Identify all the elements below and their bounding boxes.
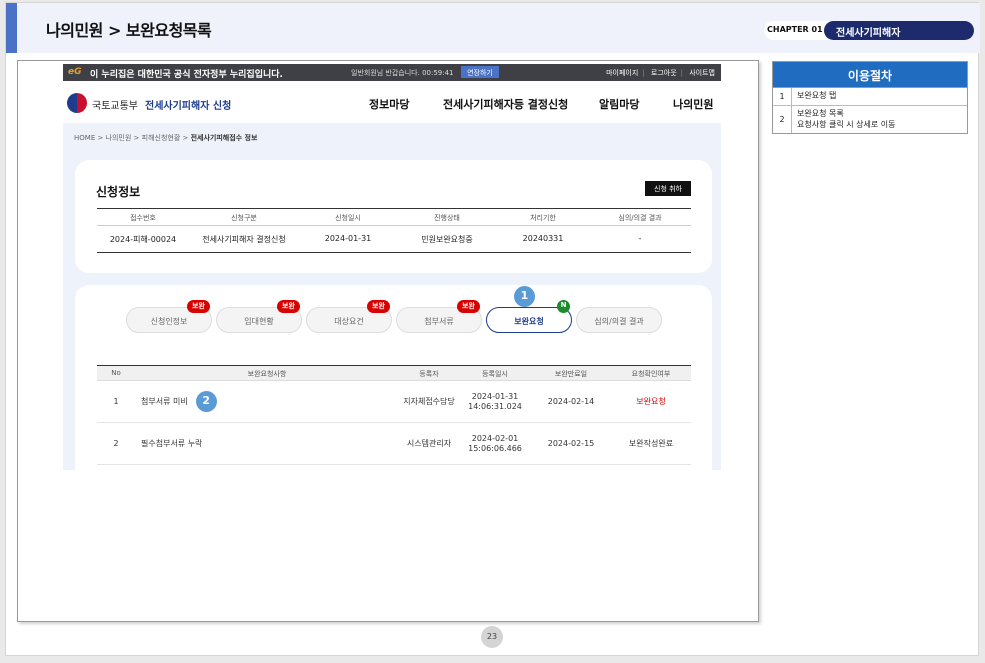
supplement-badge: 보완 — [187, 300, 210, 313]
gov-notice-bar: eG 이 누리집은 대한민국 공식 전자정부 누리집입니다. 일반회원님 반갑습… — [63, 64, 721, 81]
step-number: 1 — [773, 88, 792, 105]
cell-result: - — [638, 234, 642, 243]
procedure-title: 이용절차 — [773, 62, 967, 88]
utility-links: 마이페이지 | 로그아웃 | 사이트맵 — [606, 69, 715, 77]
step-text: 보완요청 탭 — [792, 88, 967, 105]
sitemap-link[interactable]: 사이트맵 — [689, 69, 715, 77]
col-type: 신청구분 — [231, 214, 257, 222]
procedure-step: 2 보완요청 목록 요청사항 클릭 시 상세로 이동 — [773, 105, 967, 134]
col-result: 심의/의결 결과 — [618, 214, 662, 222]
cell-no: 1 — [113, 396, 119, 406]
header-bar: 나의민원 > 보완요청목록 CHAPTER 01 전세사기피해자 — [6, 3, 980, 53]
tab-review-result[interactable]: 심의/의결 결과 — [576, 307, 662, 333]
table-row[interactable]: 1 첨부서류 미비 2 지자체접수담당 2024-01-31 14:06:31.… — [97, 381, 691, 423]
supplement-card: 신청인정보 보완 임대현황 보완 대상요건 보완 첨부서류 보완 보완요청 N … — [75, 285, 712, 470]
taegeuk-logo-icon — [67, 93, 87, 113]
chapter-label: CHAPTER 01 — [767, 25, 823, 34]
cell-receipt-no: 2024-피해-00024 — [109, 235, 177, 244]
cell-registrant: 지자체접수담당 — [403, 396, 455, 406]
col-receipt-no: 접수번호 — [130, 214, 156, 222]
session-timer: 일반회원님 반갑습니다. 00:59:41 — [351, 69, 454, 77]
reg-date: 2024-02-01 — [471, 433, 519, 443]
page-title: 나의민원 > 보완요청목록 — [46, 21, 212, 40]
cell-item: 첨부서류 미비 2 — [135, 381, 399, 422]
step-text: 보완요청 목록 요청사항 클릭 시 상세로 이동 — [792, 106, 967, 134]
step-text-line: 보완요청 탭 — [797, 91, 837, 100]
screenshot-frame: eG 이 누리집은 대한민국 공식 전자정부 누리집입니다. 일반회원님 반갑습… — [17, 60, 759, 622]
cell-confirm-status: 보완요청 — [636, 396, 666, 406]
table-row[interactable]: 2 필수첨부서류 누락 시스템관리자 2024-02-01 15:06:06.4… — [97, 423, 691, 465]
supplement-badge: 보완 — [457, 300, 480, 313]
page-number: 23 — [481, 626, 503, 648]
cell-confirm-status: 보완작성완료 — [628, 438, 674, 448]
col-status: 진행상태 — [434, 214, 460, 222]
cell-type: 전세사기피해자 결정신청 — [202, 235, 286, 244]
table-header: No 보완요청사항 등록자 등록일시 보완만료일 요청확인여부 — [97, 366, 691, 381]
cell-deadline: 2024-02-15 — [547, 438, 595, 448]
mypage-link[interactable]: 마이페이지 — [606, 69, 638, 77]
gov-notice-text: 이 누리집은 대한민국 공식 전자정부 누리집입니다. — [90, 70, 283, 80]
nav-notice[interactable]: 알림마당 — [599, 96, 639, 112]
reg-time: 14:06:31.024 — [468, 401, 522, 411]
cell-deadline: 20240331 — [522, 234, 564, 243]
col-confirm: 요청확인여부 — [631, 370, 671, 378]
chapter-name: 전세사기피해자 — [824, 21, 974, 40]
new-badge: N — [557, 300, 570, 313]
table-row: 2024-피해-00024 전세사기피해자 결정신청 2024-01-31 민원… — [97, 226, 691, 252]
supplement-list-table: No 보완요청사항 등록자 등록일시 보완만료일 요청확인여부 1 첨부서류 미… — [97, 365, 691, 465]
breadcrumb: HOME > 나의민원 > 피해신청현황 > 전세사기피해접수 정보 — [74, 133, 257, 143]
cell-status: 민원보완요청중 — [421, 235, 473, 244]
reg-time: 15:06:06.466 — [468, 443, 522, 453]
egov-logo-icon: eG — [68, 67, 82, 77]
cell-reg-date: 2024-02-01 15:06:06.466 — [459, 423, 531, 464]
ministry-name: 국토교통부 — [92, 101, 138, 112]
chapter-indicator: CHAPTER 01 전세사기피해자 — [764, 21, 974, 40]
col-reg-date: 등록일시 — [482, 370, 508, 378]
reg-date: 2024-01-31 — [471, 391, 519, 401]
col-date: 신청일시 — [335, 214, 361, 222]
application-info-table: 접수번호 신청구분 신청일시 진행상태 처리기한 심의/의결 결과 2024-피… — [97, 208, 691, 253]
withdraw-application-button[interactable]: 신청 취하 — [645, 181, 691, 196]
procedure-table: 이용절차 1 보완요청 탭 2 보완요청 목록 요청사항 클릭 시 상세로 이동 — [772, 61, 968, 135]
nav-info[interactable]: 정보마당 — [369, 96, 409, 112]
supplement-badge: 보완 — [367, 300, 390, 313]
cell-date: 2024-01-31 — [324, 234, 372, 243]
nav-apply[interactable]: 전세사기피해자등 결정신청 — [443, 96, 568, 112]
cell-item: 필수첨부서류 누락 — [135, 423, 399, 464]
table-header: 접수번호 신청구분 신청일시 진행상태 처리기한 심의/의결 결과 — [97, 209, 691, 226]
logout-link[interactable]: 로그아웃 — [651, 69, 677, 77]
cell-deadline: 2024-02-14 — [547, 396, 595, 406]
col-deadline: 보완만료일 — [554, 370, 588, 378]
step-text-line: 요청사항 클릭 시 상세로 이동 — [797, 119, 896, 129]
step-number: 2 — [773, 105, 792, 134]
cell-no: 2 — [113, 438, 119, 448]
main-navbar: 국토교통부 전세사기피해자 신청 정보마당 전세사기피해자등 결정신청 알림마당… — [63, 81, 721, 123]
breadcrumb-current: 전세사기피해접수 정보 — [190, 134, 258, 142]
col-deadline: 처리기한 — [530, 214, 556, 222]
request-item-link[interactable]: 첨부서류 미비 — [141, 397, 188, 407]
supplement-badge: 보완 — [277, 300, 300, 313]
step-marker-2: 2 — [195, 391, 217, 412]
extend-session-button[interactable]: 연장하기 — [461, 66, 499, 78]
col-item: 보완요청사항 — [247, 370, 287, 378]
service-name[interactable]: 전세사기피해자 신청 — [145, 97, 231, 112]
slide: 나의민원 > 보완요청목록 CHAPTER 01 전세사기피해자 eG 이 누리… — [5, 2, 980, 656]
application-info-card: 신청정보 신청 취하 접수번호 신청구분 신청일시 진행상태 처리기한 심의/의… — [75, 160, 712, 273]
col-registrant: 등록자 — [419, 370, 439, 378]
cell-registrant: 시스템관리자 — [406, 438, 452, 448]
breadcrumb-path[interactable]: HOME > 나의민원 > 피해신청현황 > — [74, 134, 188, 142]
request-item-link[interactable]: 필수첨부서류 누락 — [141, 439, 202, 449]
col-no: No — [111, 369, 121, 377]
header-accent-bar — [6, 3, 17, 53]
website-screenshot: eG 이 누리집은 대한민국 공식 전자정부 누리집입니다. 일반회원님 반갑습… — [63, 64, 721, 470]
step-text-line: 보완요청 목록 — [797, 108, 844, 118]
cell-reg-date: 2024-01-31 14:06:31.024 — [459, 381, 531, 422]
nav-my-complaints[interactable]: 나의민원 — [673, 96, 713, 112]
step-marker-1: 1 — [514, 286, 535, 307]
application-info-title: 신청정보 — [96, 185, 141, 199]
procedure-step: 1 보완요청 탭 — [773, 88, 967, 106]
